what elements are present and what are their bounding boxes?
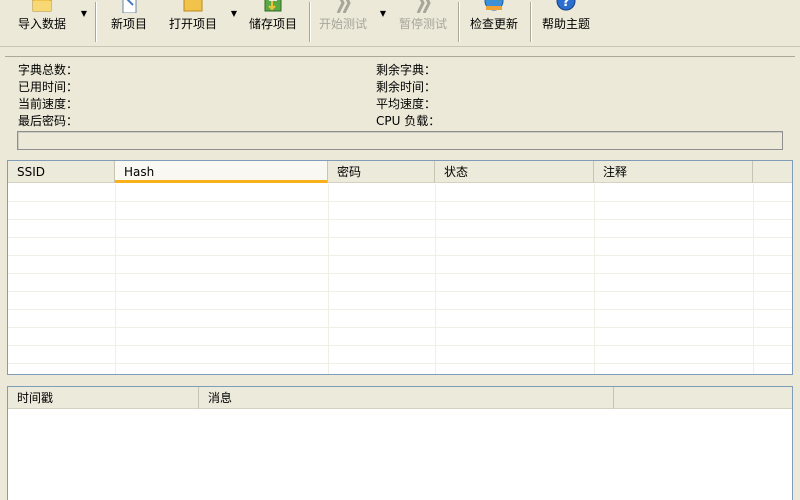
svg-text:?: ? xyxy=(562,0,570,10)
help-icon: ? xyxy=(556,0,576,11)
grid-column-line xyxy=(328,184,329,374)
last-password-label: 最后密码： xyxy=(18,114,79,128)
column-header-hash[interactable]: Hash xyxy=(115,161,328,183)
dict-remaining-label: 剩余字典： xyxy=(376,63,437,77)
save-project-label: 储存项目 xyxy=(248,17,297,31)
dict-total-label: 字典总数： xyxy=(18,63,79,77)
start-test-label: 开始测试 xyxy=(318,17,367,31)
grid-column-line xyxy=(594,184,595,374)
column-header-status[interactable]: 状态 xyxy=(435,161,594,183)
column-header-ssid[interactable]: SSID xyxy=(8,161,115,183)
average-speed-label: 平均速度： xyxy=(376,97,437,111)
column-header-message[interactable]: 消息 xyxy=(199,387,614,409)
help-topics-label: 帮助主题 xyxy=(541,17,590,31)
grid-column-line xyxy=(435,184,436,374)
log-table[interactable]: 时间戳 消息 xyxy=(7,386,793,500)
pause-test-label: 暂停测试 xyxy=(398,17,447,31)
check-updates-button[interactable]: 检查更新 xyxy=(462,0,526,45)
start-test-icon xyxy=(336,0,351,13)
main-toolbar: 导入数据 ▼ 新项目 打开项目 ▼ 储存项目 开始测试 ▼ 暂停测试 检查更新 … xyxy=(0,0,800,47)
progress-bar xyxy=(17,131,783,150)
grid-row-line xyxy=(8,327,792,328)
import-data-dropdown-icon[interactable]: ▼ xyxy=(79,9,89,19)
import-data-button[interactable]: 导入数据 xyxy=(10,0,74,45)
open-project-dropdown-icon[interactable]: ▼ xyxy=(229,9,239,19)
grid-row-line xyxy=(8,309,792,310)
column-header-password[interactable]: 密码 xyxy=(328,161,435,183)
grid-column-line xyxy=(115,184,116,374)
results-table[interactable]: SSID Hash 密码 状态 注释 xyxy=(7,160,793,375)
grid-row-line xyxy=(8,201,792,202)
results-table-header: SSID Hash 密码 状态 注释 xyxy=(8,161,792,183)
grid-row-line xyxy=(8,273,792,274)
current-speed-label: 当前速度： xyxy=(18,97,79,111)
save-project-icon xyxy=(264,0,282,12)
pause-test-button[interactable]: 暂停测试 xyxy=(391,0,455,45)
time-remaining-label: 剩余时间： xyxy=(376,80,437,94)
toolbar-separator xyxy=(95,2,97,42)
new-project-button[interactable]: 新项目 xyxy=(101,0,157,45)
save-project-button[interactable]: 储存项目 xyxy=(241,0,305,45)
open-project-label: 打开项目 xyxy=(168,17,217,31)
grid-row-line xyxy=(8,219,792,220)
globe-update-icon xyxy=(484,0,504,11)
grid-row-line xyxy=(8,291,792,292)
grid-row-line xyxy=(8,363,792,364)
new-project-label: 新项目 xyxy=(110,17,147,31)
open-project-button[interactable]: 打开项目 xyxy=(161,0,225,45)
elapsed-time-label: 已用时间： xyxy=(18,80,79,94)
check-updates-label: 检查更新 xyxy=(469,17,518,31)
log-table-body xyxy=(8,410,792,500)
new-document-icon xyxy=(122,0,137,13)
toolbar-separator xyxy=(458,2,460,42)
column-header-filler xyxy=(614,387,792,409)
import-data-label: 导入数据 xyxy=(17,17,66,31)
results-table-body xyxy=(8,184,792,374)
start-test-button[interactable]: 开始测试 xyxy=(311,0,375,45)
grid-row-line xyxy=(8,255,792,256)
folder-open-icon xyxy=(183,0,203,12)
grid-row-line xyxy=(8,237,792,238)
start-test-dropdown-icon[interactable]: ▼ xyxy=(378,9,388,19)
help-topics-button[interactable]: ? 帮助主题 xyxy=(534,0,598,45)
log-table-header: 时间戳 消息 xyxy=(8,387,792,409)
cpu-load-label: CPU 负载： xyxy=(376,114,441,128)
folder-import-icon xyxy=(32,0,52,12)
column-header-filler xyxy=(753,161,792,183)
column-header-timestamp[interactable]: 时间戳 xyxy=(8,387,199,409)
grid-column-line xyxy=(753,184,754,374)
column-header-comment[interactable]: 注释 xyxy=(594,161,753,183)
grid-row-line xyxy=(8,345,792,346)
pause-test-icon xyxy=(416,0,431,13)
toolbar-separator xyxy=(530,2,532,42)
